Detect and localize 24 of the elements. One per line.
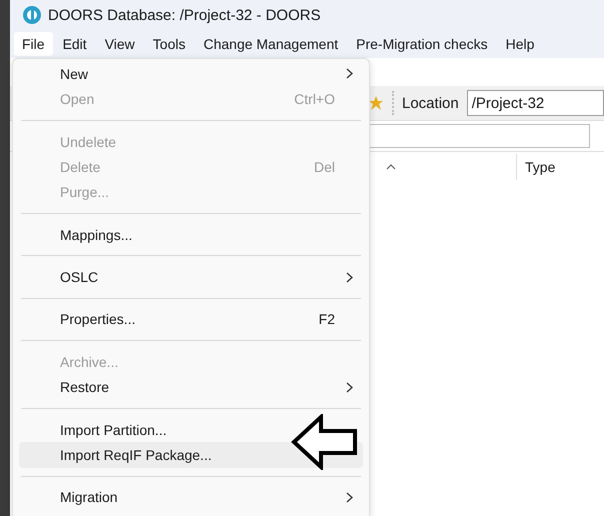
menu-item[interactable]: Import Partition... — [19, 416, 363, 442]
menu-bar-item[interactable]: Change Management — [195, 32, 346, 56]
menu-item[interactable]: Mappings... — [19, 222, 363, 248]
menu-item[interactable]: New — [19, 61, 363, 86]
star-icon[interactable] — [368, 95, 384, 111]
menu-bar-item[interactable]: Tools — [144, 32, 194, 56]
left-arrow-icon — [291, 414, 359, 470]
menu-item[interactable]: OSLC — [19, 264, 363, 290]
location-field[interactable]: /Project-32 — [466, 90, 604, 116]
filter-field[interactable] — [368, 124, 590, 148]
sort-caret-icon[interactable] — [386, 164, 396, 170]
menu-bar-item[interactable]: Edit — [54, 32, 95, 56]
column-header[interactable]: Type — [525, 159, 556, 175]
location-label: Location — [402, 94, 459, 112]
window-title: DOORS Database: /Project-32 - DOORS — [48, 6, 321, 24]
menu-item[interactable]: Migration — [19, 484, 363, 510]
menu-bar-item[interactable]: Pre-Migration checks — [348, 32, 496, 56]
app-logo-icon — [22, 5, 42, 25]
menu-item[interactable]: Import ReqIF Package... — [19, 442, 363, 468]
menu-item[interactable]: Properties... F2 — [19, 306, 363, 332]
menu-bar-item[interactable]: View — [96, 32, 143, 56]
menu-item[interactable]: Restore — [19, 374, 363, 400]
menu-bar-item[interactable]: Help — [498, 32, 542, 56]
menu-bar-item[interactable]: File — [14, 32, 53, 56]
